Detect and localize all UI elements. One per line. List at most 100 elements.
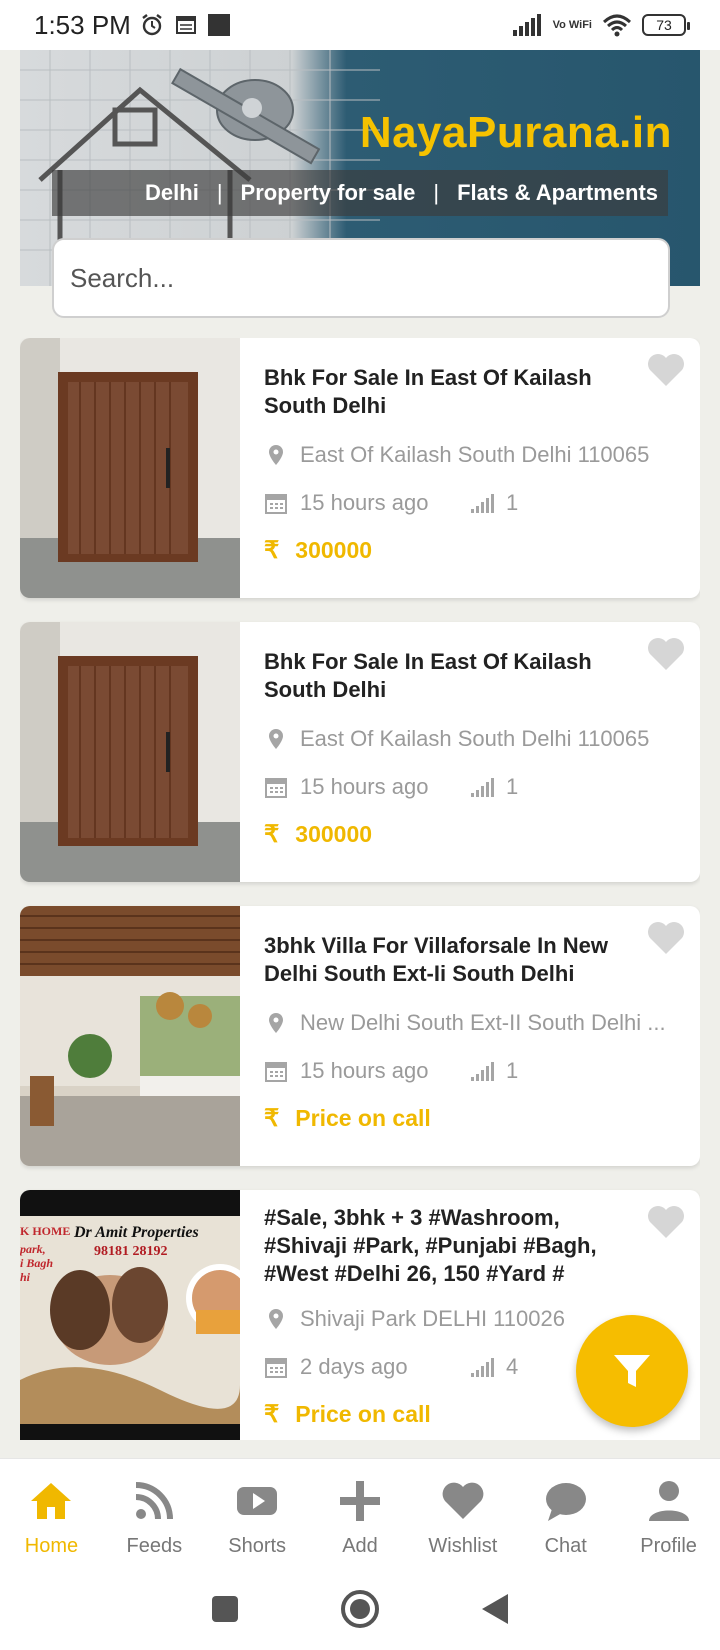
nav-chat[interactable]: Chat — [514, 1459, 617, 1568]
rss-icon — [136, 1482, 174, 1520]
listing-count: 1 — [506, 490, 519, 515]
battery-indicator: 73 — [642, 14, 690, 36]
vowifi-label: Vo WiFi — [552, 18, 592, 31]
alarm-icon — [142, 14, 162, 36]
nav-home-label: Home — [24, 1535, 79, 1557]
listing-location: East Of Kailash South Delhi 110065 — [300, 442, 650, 467]
listing-count: 4 — [506, 1354, 519, 1379]
system-navigation-bar — [0, 1568, 720, 1650]
listing-count: 1 — [506, 1058, 519, 1083]
listing-feed[interactable]: Bhk For Sale In East Of Kailash South De… — [20, 338, 700, 1440]
person-icon — [648, 1481, 689, 1521]
ad-side-text: park, — [20, 1242, 46, 1256]
home-icon — [31, 1483, 72, 1519]
calendar-icon — [265, 1358, 287, 1378]
listing-posted-time: 2 days ago — [300, 1354, 408, 1379]
status-bar: 1:53 PM Vo WiFi 73 — [0, 0, 720, 50]
recents-square-icon[interactable] — [210, 1594, 240, 1624]
listing-price: 300000 — [295, 537, 373, 563]
door-photo — [20, 338, 240, 598]
nav-feeds-label: Feeds — [126, 1535, 183, 1557]
listing-thumbnail[interactable] — [20, 906, 240, 1166]
nav-wishlist-label: Wishlist — [428, 1535, 498, 1557]
signal-icon — [512, 14, 541, 36]
listing-posted-time: 15 hours ago — [300, 1058, 429, 1083]
nav-chat-label: Chat — [544, 1535, 587, 1557]
home-circle-icon[interactable] — [340, 1589, 380, 1629]
listing-price: Price on call — [295, 1401, 431, 1427]
brand-logo-text: NayaPurana.in — [359, 108, 672, 157]
bars-icon — [471, 1062, 494, 1081]
listing-card[interactable]: Bhk For Sale In East Of Kailash South De… — [20, 622, 700, 882]
breadcrumb-separator: | — [433, 180, 440, 205]
play-icon — [237, 1487, 278, 1515]
bottom-navigation: Home Feeds Shorts Add Wishlist Chat Prof… — [0, 1458, 720, 1568]
listing-thumbnail[interactable] — [20, 338, 240, 598]
ad-side-text: i Bagh — [20, 1256, 54, 1270]
villa-interior-photo — [20, 906, 240, 1166]
calendar-icon — [265, 494, 287, 514]
listing-count: 1 — [506, 774, 519, 799]
listing-location: New Delhi South Ext-II South Delhi ... — [300, 1010, 666, 1035]
nav-add-label: Add — [342, 1535, 378, 1557]
listing-price: 300000 — [295, 821, 373, 847]
door-photo — [20, 622, 240, 882]
listing-posted-time: 15 hours ago — [300, 490, 429, 515]
calendar-icon — [265, 1062, 287, 1082]
location-pin-icon — [269, 1013, 283, 1033]
nav-wishlist[interactable]: Wishlist — [411, 1459, 514, 1568]
filter-button[interactable] — [576, 1315, 688, 1427]
ad-side-text: hi — [20, 1270, 31, 1284]
plus-icon — [340, 1481, 380, 1521]
listing-posted-time: 15 hours ago — [300, 774, 429, 799]
ad-brand-text: K HOME — [20, 1224, 71, 1238]
listing-location: East Of Kailash South Delhi 110065 — [300, 726, 650, 751]
listing-title[interactable]: Bhk For Sale In East Of Kailash South De… — [264, 364, 634, 420]
wishlist-heart-icon[interactable] — [646, 352, 686, 388]
chat-bubble-icon — [545, 1483, 586, 1521]
location-pin-icon — [269, 729, 283, 749]
heart-icon — [442, 1482, 484, 1519]
bars-icon — [471, 778, 494, 797]
nav-feeds[interactable]: Feeds — [103, 1459, 206, 1568]
nav-shorts[interactable]: Shorts — [206, 1459, 309, 1568]
rupee-icon: ₹ — [264, 1105, 280, 1132]
nav-home[interactable]: Home — [0, 1459, 103, 1568]
listing-card[interactable]: Bhk For Sale In East Of Kailash South De… — [20, 338, 700, 598]
location-pin-icon — [269, 1309, 283, 1329]
nav-shorts-label: Shorts — [228, 1535, 287, 1557]
breadcrumb-subcategory[interactable]: Flats & Apartments — [457, 180, 658, 206]
listing-price: Price on call — [295, 1105, 431, 1131]
status-time: 1:53 PM — [34, 9, 131, 40]
wishlist-heart-icon[interactable] — [646, 636, 686, 672]
listing-title[interactable]: #Sale, 3bhk + 3 #Washroom, #Shivaji #Par… — [264, 1204, 634, 1288]
wifi-icon — [602, 14, 632, 37]
bars-icon — [471, 494, 494, 513]
back-triangle-icon[interactable] — [480, 1592, 510, 1626]
filter-funnel-icon — [614, 1355, 650, 1387]
nav-profile-label: Profile — [640, 1535, 697, 1557]
rupee-icon: ₹ — [264, 1401, 280, 1428]
search-input[interactable] — [52, 238, 670, 318]
listing-card[interactable]: 3bhk Villa For Villaforsale In New Delhi… — [20, 906, 700, 1166]
calendar-icon — [175, 16, 196, 34]
nav-profile[interactable]: Profile — [617, 1459, 720, 1568]
ad-phone: 98181 28192 — [94, 1244, 168, 1259]
wishlist-heart-icon[interactable] — [646, 920, 686, 956]
rupee-icon: ₹ — [264, 537, 280, 564]
listing-thumbnail[interactable] — [20, 622, 240, 882]
notification-square-icon — [207, 14, 230, 36]
calendar-icon — [265, 778, 287, 798]
rupee-icon: ₹ — [264, 821, 280, 848]
breadcrumb-separator: | — [216, 180, 223, 205]
breadcrumb-category[interactable]: Property for sale — [241, 180, 416, 206]
nav-add[interactable]: Add — [309, 1459, 412, 1568]
listing-title[interactable]: 3bhk Villa For Villaforsale In New Delhi… — [264, 932, 634, 988]
listing-title[interactable]: Bhk For Sale In East Of Kailash South De… — [264, 648, 634, 704]
ad-agent-name: Dr Amit Properties — [74, 1224, 199, 1241]
breadcrumb-city[interactable]: Delhi — [145, 180, 199, 206]
breadcrumb: Delhi | Property for sale | Flats & Apar… — [52, 170, 668, 216]
location-pin-icon — [269, 445, 283, 465]
wishlist-heart-icon[interactable] — [646, 1204, 686, 1240]
listing-thumbnail[interactable]: K HOME Dr Amit Properties 98181 28192 pa… — [20, 1190, 240, 1440]
